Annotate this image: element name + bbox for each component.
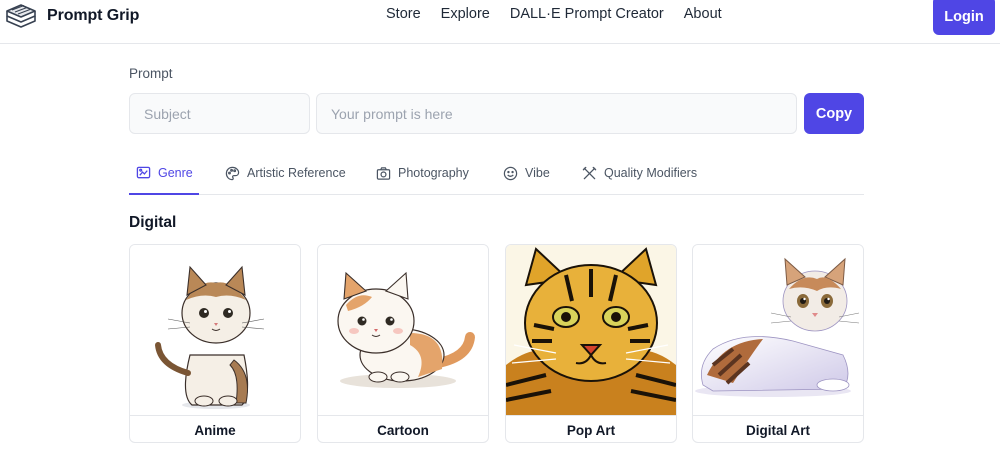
camera-icon xyxy=(376,166,391,180)
tab-label: Vibe xyxy=(525,166,550,180)
tab-label: Quality Modifiers xyxy=(604,166,698,180)
style-card-anime[interactable]: Anime xyxy=(129,244,301,443)
nav-about[interactable]: About xyxy=(684,6,722,22)
card-label: Digital Art xyxy=(693,415,863,442)
prompt-label: Prompt xyxy=(129,66,173,81)
palette-icon xyxy=(225,166,240,180)
book-stack-icon xyxy=(6,4,36,28)
tools-icon xyxy=(582,166,597,179)
nav-dalle-prompt-creator[interactable]: DALL·E Prompt Creator xyxy=(510,6,664,22)
tab-label: Artistic Reference xyxy=(247,166,346,180)
section-title: Digital xyxy=(129,214,177,231)
tab-vibe[interactable]: Vibe xyxy=(503,152,550,194)
tab-quality-modifiers[interactable]: Quality Modifiers xyxy=(582,152,697,194)
brand-name: Prompt Grip xyxy=(47,7,140,24)
tab-artistic-reference[interactable]: Artistic Reference xyxy=(225,152,346,194)
style-card-pop-art[interactable]: Pop Art xyxy=(505,244,677,443)
cartoon-cat-image xyxy=(318,245,488,415)
pop-art-cat-image xyxy=(506,245,676,415)
prompt-input[interactable] xyxy=(316,93,797,134)
card-label: Cartoon xyxy=(318,415,488,442)
copy-button[interactable]: Copy xyxy=(804,93,864,134)
style-card-cartoon[interactable]: Cartoon xyxy=(317,244,489,443)
card-label: Anime xyxy=(130,415,300,442)
tab-photography[interactable]: Photography xyxy=(376,152,469,194)
card-label: Pop Art xyxy=(506,415,676,442)
palette-frame-icon xyxy=(136,166,151,179)
login-button[interactable]: Login xyxy=(933,0,995,35)
brand-link[interactable]: Prompt Grip xyxy=(4,1,139,31)
smile-icon xyxy=(503,166,518,180)
subject-input[interactable] xyxy=(129,93,310,134)
tab-label: Genre xyxy=(158,165,193,180)
category-tabs: Genre Artistic Reference Photography Vib… xyxy=(129,152,864,195)
top-navbar: Prompt Grip Store Explore DALL·E Prompt … xyxy=(0,0,1000,44)
anime-cat-image xyxy=(130,245,300,415)
style-card-digital-art[interactable]: Digital Art xyxy=(692,244,864,443)
tab-label: Photography xyxy=(398,166,469,180)
nav-store[interactable]: Store xyxy=(386,6,421,22)
main-nav: Store Explore DALL·E Prompt Creator Abou… xyxy=(386,6,722,22)
nav-explore[interactable]: Explore xyxy=(441,6,490,22)
digital-art-cat-image xyxy=(693,245,863,415)
tab-genre[interactable]: Genre xyxy=(129,152,199,195)
